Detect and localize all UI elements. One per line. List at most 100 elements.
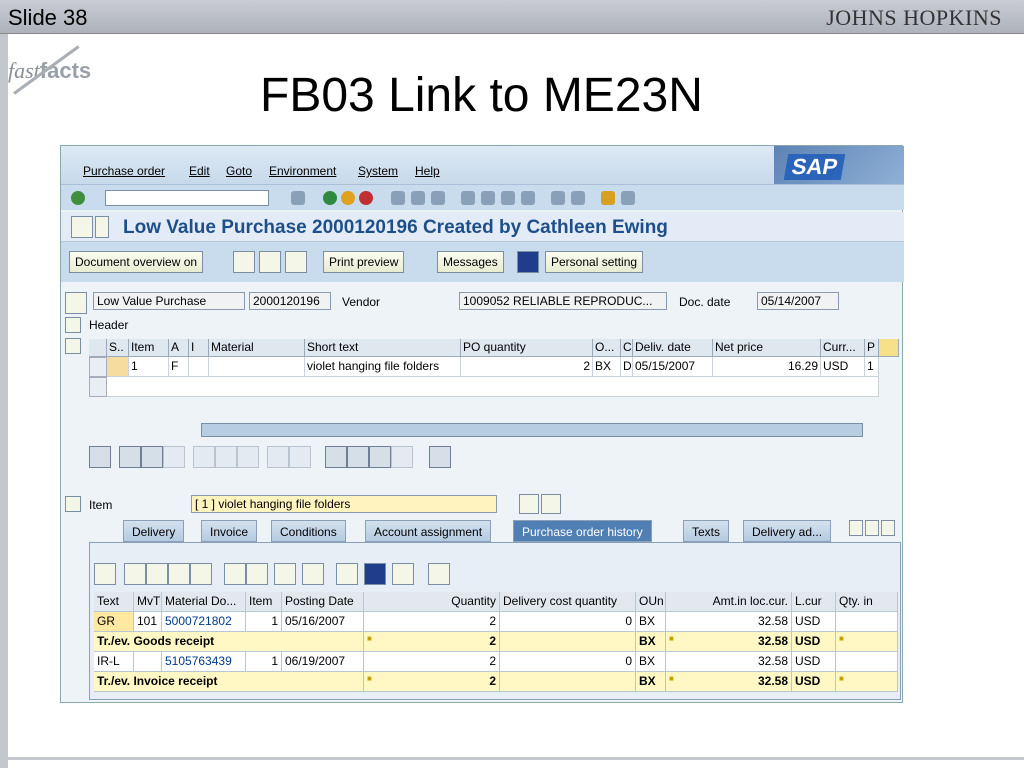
new-session-icon[interactable] [551, 191, 565, 205]
table-row[interactable] [107, 377, 879, 397]
sort-icon[interactable] [325, 446, 347, 468]
doc-date-field[interactable]: 05/14/2007 [757, 292, 839, 310]
menu-purchase-order[interactable]: Purchase order [83, 164, 165, 178]
tab-scroll-right-icon[interactable] [865, 520, 879, 536]
document-type-field[interactable]: Low Value Purchase [93, 292, 245, 310]
sort-descending-icon[interactable] [146, 563, 168, 585]
lock-icon[interactable] [215, 446, 237, 468]
document-select-icon[interactable] [392, 563, 414, 585]
unit-cell[interactable]: BX [593, 357, 621, 377]
horizontal-scrollbar[interactable] [201, 423, 863, 437]
tab-texts[interactable]: Texts [683, 520, 730, 542]
tab-list-icon[interactable] [881, 520, 895, 536]
print-preview-button[interactable]: Print preview [323, 251, 405, 273]
account-cell[interactable]: F [169, 357, 189, 377]
short-text-cell[interactable]: violet hanging file folders [305, 357, 461, 377]
menu-edit[interactable]: Edit [189, 164, 210, 178]
delete-icon[interactable] [193, 446, 215, 468]
delete-filter-icon[interactable] [391, 446, 413, 468]
find-icon[interactable] [168, 563, 190, 585]
currency-cell[interactable]: USD [821, 357, 865, 377]
items-collapse-icon[interactable] [65, 338, 81, 354]
shortcut-icon[interactable] [571, 191, 585, 205]
net-price-cell[interactable]: 16.29 [713, 357, 821, 377]
filter-icon[interactable] [347, 446, 369, 468]
views-icon[interactable] [246, 563, 268, 585]
p-cell[interactable]: 1 [865, 357, 879, 377]
sort-ascending-icon[interactable] [124, 563, 146, 585]
header-expand-icon[interactable] [65, 317, 81, 333]
info-icon[interactable] [364, 563, 386, 585]
row-selector[interactable] [89, 357, 107, 377]
item-category-cell[interactable] [189, 357, 209, 377]
messages-button[interactable]: Messages [437, 251, 504, 273]
calculator-icon[interactable] [289, 446, 311, 468]
next-item-icon[interactable] [541, 494, 561, 514]
graphic-icon[interactable] [336, 563, 358, 585]
export-icon[interactable] [274, 563, 296, 585]
menu-help[interactable]: Help [415, 164, 440, 178]
refresh-icon[interactable] [428, 563, 450, 585]
row-selector[interactable] [89, 377, 107, 397]
column-settings-icon[interactable] [879, 339, 899, 357]
document-overview-button[interactable]: Document overview on [69, 251, 204, 273]
back-icon[interactable] [323, 191, 337, 205]
vendor-field[interactable]: 1009052 RELIABLE REPRODUC... [459, 292, 667, 310]
material-document-link[interactable]: 5000721802 [162, 612, 246, 632]
filter-icon[interactable] [190, 563, 212, 585]
print-icon[interactable] [224, 563, 246, 585]
help-icon[interactable] [601, 191, 615, 205]
layout-icon[interactable] [302, 563, 324, 585]
menu-system[interactable]: System [358, 164, 398, 178]
item-select-dropdown[interactable]: [ 1 ] violet hanging file folders [191, 495, 497, 513]
tab-conditions[interactable]: Conditions [271, 520, 346, 542]
previous-page-icon[interactable] [481, 191, 495, 205]
find-icon[interactable] [411, 191, 425, 205]
quantity-cell[interactable]: 2 [461, 357, 593, 377]
details-icon[interactable] [89, 446, 111, 468]
find-next-icon[interactable] [431, 191, 445, 205]
tab-purchase-order-history[interactable]: Purchase order history [513, 520, 652, 542]
info-icon[interactable] [517, 251, 539, 273]
layout-menu-icon[interactable] [621, 191, 635, 205]
tab-invoice[interactable]: Invoice [201, 520, 258, 542]
select-all-cell[interactable] [89, 339, 107, 357]
other-po-icon[interactable] [285, 251, 307, 273]
personal-setting-button[interactable]: Personal setting [545, 251, 644, 273]
default-values-icon[interactable] [429, 446, 451, 468]
menu-environment[interactable]: Environment [269, 164, 336, 178]
tab-delivery[interactable]: Delivery [123, 520, 185, 542]
exit-icon[interactable] [341, 191, 355, 205]
print-icon[interactable] [391, 191, 405, 205]
create-icon[interactable] [233, 251, 255, 273]
other-document-icon[interactable] [71, 216, 93, 238]
tab-account-assignment[interactable]: Account assignment [365, 520, 492, 542]
set-filter-icon[interactable] [369, 446, 391, 468]
display-change-icon[interactable] [259, 251, 281, 273]
copy-icon[interactable] [163, 446, 185, 468]
unlock-icon[interactable] [237, 446, 259, 468]
c-cell[interactable]: D [621, 357, 633, 377]
enter-icon[interactable] [71, 191, 85, 205]
dropdown-icon[interactable] [95, 216, 109, 238]
tab-scroll-left-icon[interactable] [849, 520, 863, 536]
previous-item-icon[interactable] [519, 494, 539, 514]
invoice-document-link[interactable]: 5105763439 [162, 652, 246, 672]
split-icon[interactable] [267, 446, 289, 468]
deliv-date-cell[interactable]: 05/15/2007 [633, 357, 713, 377]
deselect-all-icon[interactable] [141, 446, 163, 468]
command-field[interactable] [105, 190, 269, 206]
first-page-icon[interactable] [461, 191, 475, 205]
details-icon[interactable] [94, 563, 116, 585]
item-cell[interactable]: 1 [129, 357, 169, 377]
slide-header: Slide 38 JOHNS HOPKINS [0, 0, 1024, 34]
tab-delivery-address[interactable]: Delivery ad... [743, 520, 832, 542]
item-collapse-icon[interactable] [65, 496, 81, 512]
menu-goto[interactable]: Goto [226, 164, 252, 178]
save-icon[interactable] [291, 191, 305, 205]
next-page-icon[interactable] [501, 191, 515, 205]
material-cell[interactable] [209, 357, 305, 377]
cancel-icon[interactable] [359, 191, 373, 205]
select-all-icon[interactable] [119, 446, 141, 468]
last-page-icon[interactable] [521, 191, 535, 205]
